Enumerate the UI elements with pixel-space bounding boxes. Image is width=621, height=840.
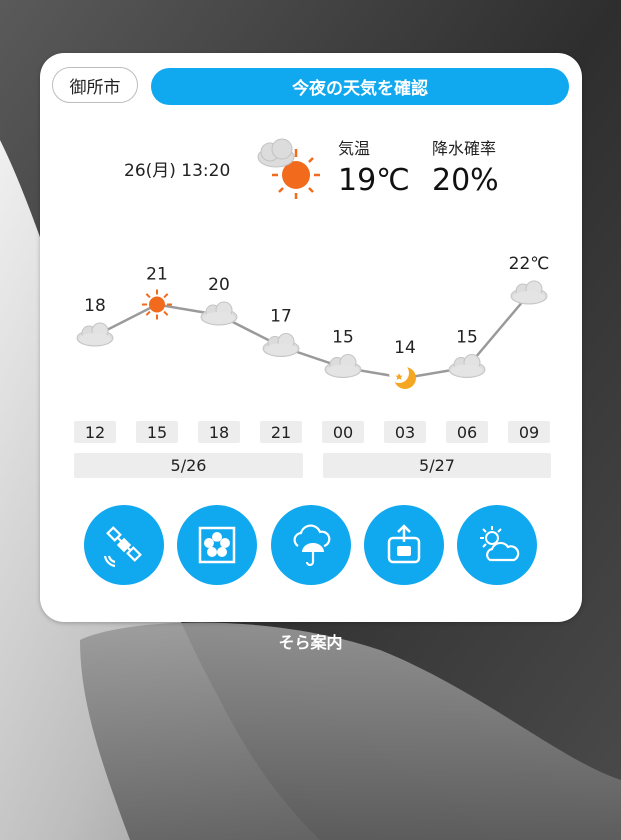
hour-label: 09 [508,421,550,443]
precipitation-value: 20% [432,163,499,198]
temperature-label: 21 [146,265,168,285]
camera-upload-icon [387,524,421,564]
temperature-label: 22℃ [509,254,550,274]
rain-umbrella-button[interactable] [271,505,351,585]
cloud-icon [510,280,548,305]
moon-icon [389,363,416,389]
hour-label: 15 [136,421,178,443]
flower-map-icon [198,526,236,564]
sun-cloud-button[interactable] [457,505,537,585]
satellite-button[interactable] [84,505,164,585]
sun-behind-cloud-icon [257,138,320,199]
current-datetime: 26(月) 13:20 [124,161,231,181]
hour-label: 06 [446,421,488,443]
temperature-label: 17 [270,307,292,327]
temperature-label: 気温 [338,139,371,158]
app-caption: そら案内 [278,633,343,652]
tonight-weather-button[interactable]: 今夜の天気を確認 [151,68,569,105]
temperature-label: 14 [394,338,416,358]
cloud-icon [262,333,300,357]
cloud-icon [324,354,362,378]
date-label-1: 5/26 [74,453,303,478]
satellite-icon [103,526,142,568]
temperature-label: 20 [208,275,230,295]
hour-label: 21 [260,421,302,443]
temperature-value: 19℃ [338,163,410,198]
cloud-icon [76,322,114,347]
hour-label: 00 [322,421,364,443]
share-photo-button[interactable] [364,505,444,585]
hour-label: 18 [198,421,240,443]
date-label-2: 5/27 [323,453,551,478]
weather-map-button[interactable] [177,505,257,585]
cloud-umbrella-icon [293,524,331,567]
sun-icon [142,289,172,320]
weather-widget: 御所市 今夜の天気を確認 26(月) 13:20 気温 19℃ 降水確率 20%… [40,53,582,622]
sun-cloud-icon [480,526,520,562]
cloud-icon [200,301,238,326]
temperature-label: 15 [332,328,354,348]
cloud-icon [448,354,486,378]
hour-label: 03 [384,421,426,443]
temperature-label: 18 [84,296,106,316]
temperature-label: 15 [456,328,478,348]
temperature-forecast-chart: 18 21 20 17 15 14 15 22℃ [76,254,550,389]
hour-label: 12 [74,421,116,443]
location-button[interactable]: 御所市 [52,67,138,103]
precipitation-label: 降水確率 [432,139,497,158]
